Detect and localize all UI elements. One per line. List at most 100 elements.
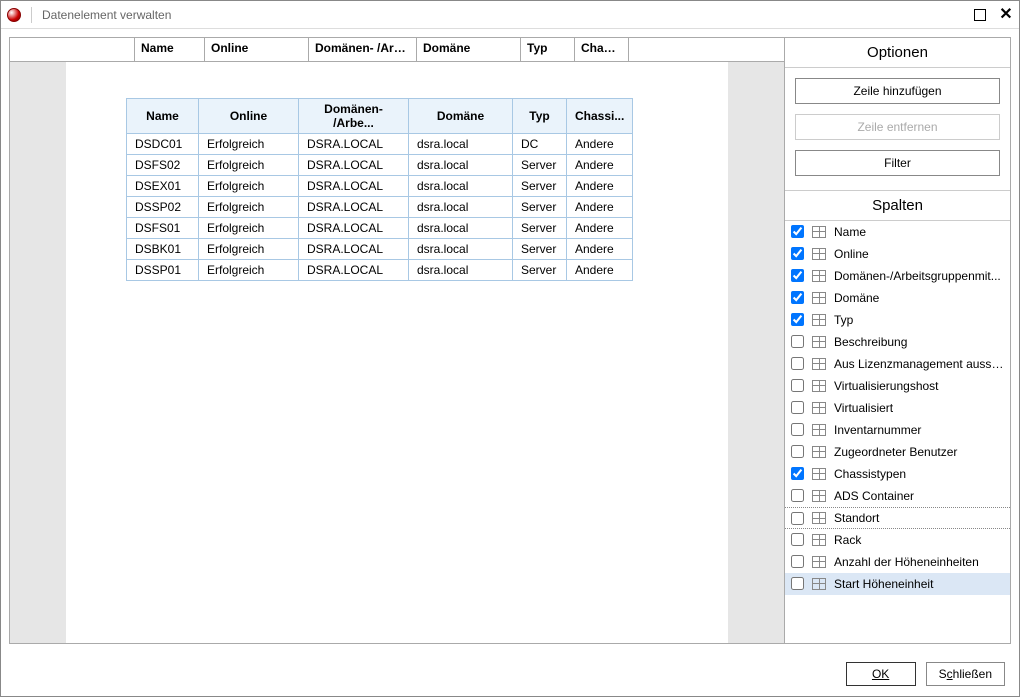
cell-name[interactable]: DSFS01 <box>127 218 199 239</box>
cell-dom[interactable]: DSRA.LOCAL <box>299 218 409 239</box>
column-checkbox[interactable] <box>791 291 804 304</box>
column-checkbox[interactable] <box>791 225 804 238</box>
column-item[interactable]: Zugeordneter Benutzer <box>785 441 1010 463</box>
th-online[interactable]: Online <box>199 99 299 134</box>
cell-domain[interactable]: dsra.local <box>409 176 513 197</box>
column-item[interactable]: Anzahl der Höheneinheiten <box>785 551 1010 573</box>
column-item[interactable]: Domäne <box>785 287 1010 309</box>
column-item[interactable]: Chassistypen <box>785 463 1010 485</box>
cell-domain[interactable]: dsra.local <box>409 197 513 218</box>
cell-domain[interactable]: dsra.local <box>409 239 513 260</box>
column-checkbox[interactable] <box>791 401 804 414</box>
column-item[interactable]: Start Höheneinheit <box>785 573 1010 595</box>
column-checkbox[interactable] <box>791 313 804 326</box>
add-row-button[interactable]: Zeile hinzufügen <box>795 78 1000 104</box>
column-item[interactable]: Rack <box>785 529 1010 551</box>
cell-typ[interactable]: Server <box>513 218 567 239</box>
column-checkbox[interactable] <box>791 512 804 525</box>
cell-chassis[interactable]: Andere <box>567 239 633 260</box>
column-checkbox[interactable] <box>791 379 804 392</box>
cell-online[interactable]: Erfolgreich <box>199 155 299 176</box>
column-item[interactable]: Beschreibung <box>785 331 1010 353</box>
cell-name[interactable]: DSBK01 <box>127 239 199 260</box>
table-row[interactable]: DSBK01ErfolgreichDSRA.LOCALdsra.localSer… <box>127 239 633 260</box>
cell-name[interactable]: DSEX01 <box>127 176 199 197</box>
cell-online[interactable]: Erfolgreich <box>199 197 299 218</box>
column-checkbox[interactable] <box>791 555 804 568</box>
column-item[interactable]: Virtualisierungshost <box>785 375 1010 397</box>
th-chassis[interactable]: Chassi... <box>567 99 633 134</box>
column-checkbox[interactable] <box>791 247 804 260</box>
cell-online[interactable]: Erfolgreich <box>199 260 299 281</box>
header-online[interactable]: Online <box>205 38 309 61</box>
cell-dom[interactable]: DSRA.LOCAL <box>299 197 409 218</box>
column-checkbox[interactable] <box>791 269 804 282</box>
table-row[interactable]: DSSP02ErfolgreichDSRA.LOCALdsra.localSer… <box>127 197 633 218</box>
cell-online[interactable]: Erfolgreich <box>199 134 299 155</box>
column-item[interactable]: ADS Container <box>785 485 1010 507</box>
cell-online[interactable]: Erfolgreich <box>199 176 299 197</box>
cell-dom[interactable]: DSRA.LOCAL <box>299 239 409 260</box>
cell-typ[interactable]: DC <box>513 134 567 155</box>
cell-name[interactable]: DSSP02 <box>127 197 199 218</box>
cell-chassis[interactable]: Andere <box>567 197 633 218</box>
table-row[interactable]: DSDC01ErfolgreichDSRA.LOCALdsra.localDCA… <box>127 134 633 155</box>
column-checkbox[interactable] <box>791 489 804 502</box>
th-domain-workgroup[interactable]: Domänen- /Arbe... <box>299 99 409 134</box>
cell-chassis[interactable]: Andere <box>567 260 633 281</box>
cell-chassis[interactable]: Andere <box>567 155 633 176</box>
cell-dom[interactable]: DSRA.LOCAL <box>299 260 409 281</box>
maximize-button[interactable] <box>973 8 987 22</box>
cell-typ[interactable]: Server <box>513 176 567 197</box>
column-item[interactable]: Virtualisiert <box>785 397 1010 419</box>
filter-button[interactable]: Filter <box>795 150 1000 176</box>
cell-name[interactable]: DSSP01 <box>127 260 199 281</box>
cell-domain[interactable]: dsra.local <box>409 218 513 239</box>
cell-typ[interactable]: Server <box>513 155 567 176</box>
cell-domain[interactable]: dsra.local <box>409 260 513 281</box>
cell-dom[interactable]: DSRA.LOCAL <box>299 134 409 155</box>
table-row[interactable]: DSSP01ErfolgreichDSRA.LOCALdsra.localSer… <box>127 260 633 281</box>
cell-domain[interactable]: dsra.local <box>409 155 513 176</box>
column-item[interactable]: Standort <box>785 507 1010 529</box>
header-typ[interactable]: Typ <box>521 38 575 61</box>
table-row[interactable]: DSFS01ErfolgreichDSRA.LOCALdsra.localSer… <box>127 218 633 239</box>
cell-typ[interactable]: Server <box>513 260 567 281</box>
close-button[interactable]: Schließen <box>926 662 1005 686</box>
header-name[interactable]: Name <box>135 38 205 61</box>
cell-dom[interactable]: DSRA.LOCAL <box>299 155 409 176</box>
column-checkbox[interactable] <box>791 533 804 546</box>
cell-typ[interactable]: Server <box>513 197 567 218</box>
column-checkbox[interactable] <box>791 357 804 370</box>
column-checkbox[interactable] <box>791 577 804 590</box>
column-item[interactable]: Domänen-/Arbeitsgruppenmit... <box>785 265 1010 287</box>
cell-chassis[interactable]: Andere <box>567 176 633 197</box>
header-chassis[interactable]: Chassi... <box>575 38 629 61</box>
column-checkbox[interactable] <box>791 423 804 436</box>
column-checkbox[interactable] <box>791 467 804 480</box>
cell-domain[interactable]: dsra.local <box>409 134 513 155</box>
cell-name[interactable]: DSFS02 <box>127 155 199 176</box>
th-typ[interactable]: Typ <box>513 99 567 134</box>
column-checkbox[interactable] <box>791 445 804 458</box>
cell-dom[interactable]: DSRA.LOCAL <box>299 176 409 197</box>
column-item[interactable]: Typ <box>785 309 1010 331</box>
cell-online[interactable]: Erfolgreich <box>199 239 299 260</box>
column-item[interactable]: Online <box>785 243 1010 265</box>
cell-online[interactable]: Erfolgreich <box>199 218 299 239</box>
column-checkbox[interactable] <box>791 335 804 348</box>
header-domain[interactable]: Domäne <box>417 38 521 61</box>
column-item[interactable]: Name <box>785 221 1010 243</box>
cell-typ[interactable]: Server <box>513 239 567 260</box>
cell-chassis[interactable]: Andere <box>567 218 633 239</box>
close-window-button[interactable]: ✕ <box>999 8 1013 22</box>
cell-name[interactable]: DSDC01 <box>127 134 199 155</box>
ok-button[interactable]: OK <box>846 662 916 686</box>
column-item[interactable]: Aus Lizenzmanagement aussch... <box>785 353 1010 375</box>
header-domain-workgroup[interactable]: Domänen- /Arbe... <box>309 38 417 61</box>
th-domain[interactable]: Domäne <box>409 99 513 134</box>
table-row[interactable]: DSEX01ErfolgreichDSRA.LOCALdsra.localSer… <box>127 176 633 197</box>
table-row[interactable]: DSFS02ErfolgreichDSRA.LOCALdsra.localSer… <box>127 155 633 176</box>
th-name[interactable]: Name <box>127 99 199 134</box>
cell-chassis[interactable]: Andere <box>567 134 633 155</box>
